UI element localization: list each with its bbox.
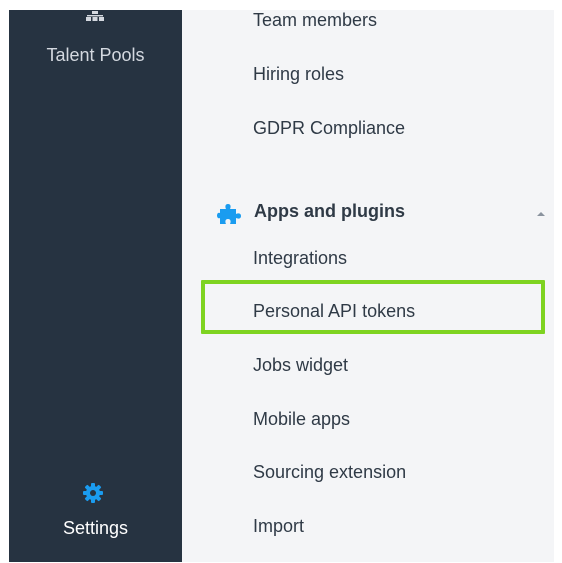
- menu-item-integrations[interactable]: Integrations: [253, 248, 347, 269]
- menu-item-gdpr-compliance[interactable]: GDPR Compliance: [253, 118, 405, 139]
- settings-menu: Team members Hiring roles GDPR Complianc…: [182, 10, 554, 562]
- menu-item-import[interactable]: Import: [253, 516, 304, 537]
- nav-label-talent-pools: Talent Pools: [46, 45, 145, 65]
- menu-item-team-members[interactable]: Team members: [253, 10, 377, 31]
- gear-icon: [83, 483, 103, 503]
- nav-label-settings: Settings: [62, 518, 129, 538]
- section-title: Apps and plugins: [254, 201, 405, 221]
- menu-item-mobile-apps[interactable]: Mobile apps: [253, 409, 350, 430]
- section-header-apps-and-plugins[interactable]: Apps and plugins: [217, 201, 547, 225]
- left-navigation: Talent Pools Settings: [9, 10, 182, 562]
- menu-item-hiring-roles[interactable]: Hiring roles: [253, 64, 344, 85]
- caret-up-icon[interactable]: [536, 210, 546, 218]
- puzzle-piece-icon: [217, 204, 241, 224]
- menu-item-jobs-widget[interactable]: Jobs widget: [253, 355, 348, 376]
- menu-item-sourcing-extension[interactable]: Sourcing extension: [253, 462, 406, 483]
- highlight-box: [201, 280, 545, 334]
- app-frame: Talent Pools Settings Team members Hirin…: [9, 10, 554, 562]
- org-chart-icon: [86, 11, 104, 21]
